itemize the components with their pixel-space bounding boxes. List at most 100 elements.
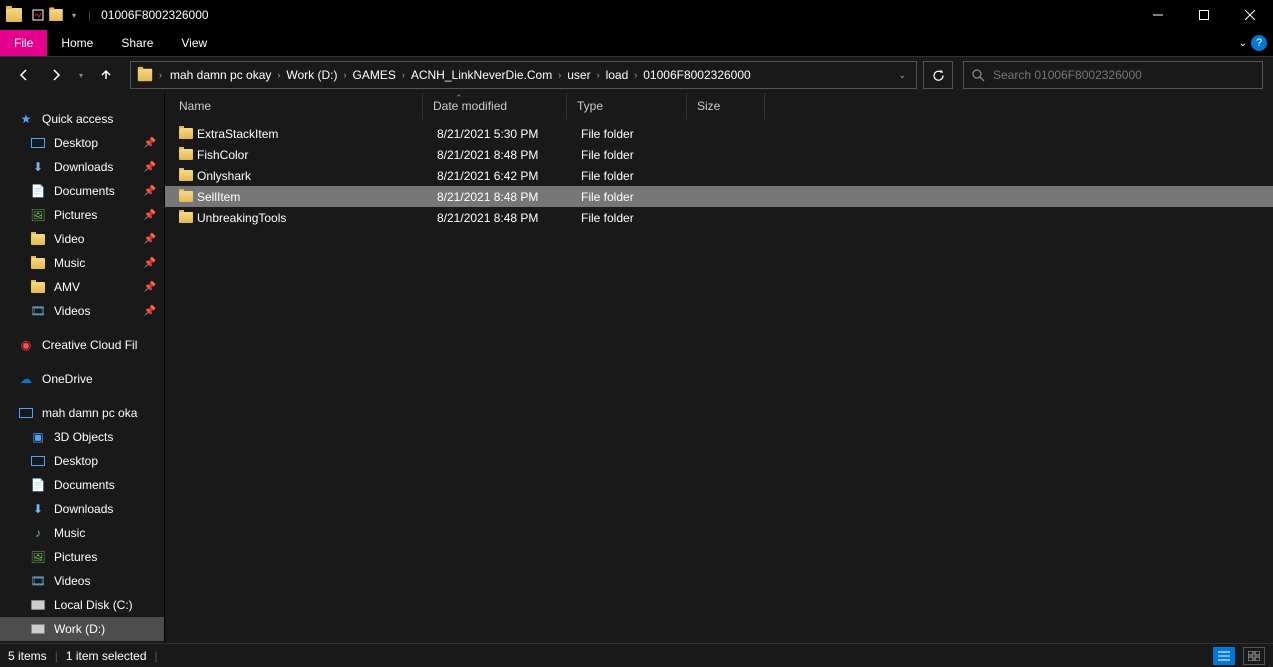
status-bar: 5 items | 1 item selected |: [0, 643, 1273, 667]
file-type: File folder: [581, 169, 701, 183]
videos-icon: 🎞: [30, 303, 46, 319]
pin-icon: 📌: [144, 306, 156, 317]
file-row[interactable]: ExtraStackItem8/21/2021 5:30 PMFile fold…: [165, 123, 1273, 144]
sort-indicator-icon: ⌃: [455, 93, 463, 104]
sidebar-item[interactable]: Work (D:): [0, 617, 164, 641]
thumbnails-view-button[interactable]: [1243, 647, 1265, 665]
breadcrumb-segment[interactable]: user: [563, 66, 594, 84]
details-view-button[interactable]: [1213, 647, 1235, 665]
sidebar-item[interactable]: Music📌: [0, 251, 164, 275]
this-pc[interactable]: mah damn pc oka: [0, 401, 164, 425]
sidebar-item[interactable]: Desktop📌: [0, 131, 164, 155]
qat-new-folder-icon[interactable]: [48, 7, 64, 23]
breadcrumb-segment[interactable]: ACNH_LinkNeverDie.Com: [407, 66, 556, 84]
breadcrumb-segment[interactable]: load: [602, 66, 633, 84]
address-dropdown-icon[interactable]: ⌄: [898, 70, 906, 81]
qat-properties-icon[interactable]: [30, 7, 46, 23]
breadcrumb-segment[interactable]: mah damn pc okay: [166, 66, 275, 84]
breadcrumb-segment[interactable]: Work (D:): [282, 66, 341, 84]
sidebar-item[interactable]: ▣3D Objects: [0, 425, 164, 449]
column-name[interactable]: Name: [165, 93, 423, 119]
downloads-icon: ⬇: [30, 501, 46, 517]
file-type: File folder: [581, 211, 701, 225]
file-date: 8/21/2021 5:30 PM: [437, 127, 581, 141]
refresh-button[interactable]: [923, 61, 953, 89]
file-menu[interactable]: File: [0, 30, 47, 56]
close-button[interactable]: [1227, 0, 1273, 30]
minimize-button[interactable]: [1135, 0, 1181, 30]
folder-icon: [179, 191, 197, 202]
pictures-icon: 🖼: [30, 549, 46, 565]
sidebar-item[interactable]: Desktop: [0, 449, 164, 473]
home-tab[interactable]: Home: [47, 30, 107, 56]
sidebar-item[interactable]: Local Disk (C:): [0, 593, 164, 617]
chevron-right-icon[interactable]: ›: [342, 70, 349, 80]
sidebar-item[interactable]: 🖼Pictures: [0, 545, 164, 569]
star-icon: ★: [18, 111, 34, 127]
folder-icon: [30, 279, 46, 295]
maximize-button[interactable]: [1181, 0, 1227, 30]
pin-icon: 📌: [144, 282, 156, 293]
search-placeholder: Search 01006F8002326000: [993, 68, 1142, 82]
folder-icon: [179, 212, 197, 223]
sidebar-item[interactable]: 📄Documents📌: [0, 179, 164, 203]
music-icon: ♪: [30, 525, 46, 541]
onedrive[interactable]: ☁ OneDrive: [0, 367, 164, 391]
chevron-right-icon[interactable]: ›: [157, 70, 164, 80]
column-size[interactable]: Size: [687, 93, 765, 119]
sidebar-item[interactable]: 📄Documents: [0, 473, 164, 497]
back-button[interactable]: [10, 61, 38, 89]
column-type[interactable]: Type: [567, 93, 687, 119]
ribbon-expand-icon[interactable]: ⌄: [1239, 38, 1247, 49]
file-list[interactable]: ExtraStackItem8/21/2021 5:30 PMFile fold…: [165, 119, 1273, 228]
search-input[interactable]: Search 01006F8002326000: [963, 61, 1263, 89]
creative-cloud[interactable]: ◉ Creative Cloud Fil: [0, 333, 164, 357]
chevron-right-icon[interactable]: ›: [400, 70, 407, 80]
chevron-right-icon[interactable]: ›: [275, 70, 282, 80]
navigation-pane[interactable]: ★ Quick access Desktop📌⬇Downloads📌📄Docum…: [0, 93, 165, 643]
forward-button[interactable]: [42, 61, 70, 89]
sidebar-item[interactable]: ♪Music: [0, 521, 164, 545]
file-row[interactable]: FishColor8/21/2021 8:48 PMFile folder: [165, 144, 1273, 165]
pin-icon: 📌: [144, 162, 156, 173]
up-button[interactable]: [92, 61, 120, 89]
help-icon[interactable]: ?: [1251, 35, 1267, 51]
address-folder-icon: [138, 69, 152, 82]
view-tab[interactable]: View: [167, 30, 221, 56]
documents-icon: 📄: [30, 183, 46, 199]
column-date[interactable]: Date modified: [423, 93, 567, 119]
sidebar-item[interactable]: 🎞Videos: [0, 569, 164, 593]
quick-access[interactable]: ★ Quick access: [0, 107, 164, 131]
address-bar[interactable]: › mah damn pc okay›Work (D:)›GAMES›ACNH_…: [130, 61, 917, 89]
file-row[interactable]: Onlyshark8/21/2021 6:42 PMFile folder: [165, 165, 1273, 186]
file-list-pane: Name Date modified Type Size ⌃ ExtraStac…: [165, 93, 1273, 643]
sidebar-item[interactable]: AMV📌: [0, 275, 164, 299]
file-date: 8/21/2021 8:48 PM: [437, 190, 581, 204]
file-row[interactable]: SellItem8/21/2021 8:48 PMFile folder: [165, 186, 1273, 207]
documents-icon: 📄: [30, 477, 46, 493]
disk-icon: [30, 597, 46, 613]
folder-icon: [30, 231, 46, 247]
sidebar-item[interactable]: ⬇Downloads: [0, 497, 164, 521]
chevron-right-icon[interactable]: ›: [632, 70, 639, 80]
sidebar-item[interactable]: 🎞Videos📌: [0, 299, 164, 323]
file-name: Onlyshark: [197, 169, 437, 183]
sidebar-item[interactable]: 🖼Pictures📌: [0, 203, 164, 227]
breadcrumb-segment[interactable]: 01006F8002326000: [639, 66, 754, 84]
pin-icon: 📌: [144, 138, 156, 149]
app-icon: [6, 8, 22, 22]
breadcrumb-segment[interactable]: GAMES: [349, 66, 400, 84]
sidebar-item[interactable]: ⬇Downloads📌: [0, 155, 164, 179]
pin-icon: 📌: [144, 258, 156, 269]
selection-count: 1 item selected: [66, 649, 147, 663]
column-headers[interactable]: Name Date modified Type Size ⌃: [165, 93, 1273, 119]
sidebar-item[interactable]: Video📌: [0, 227, 164, 251]
recent-dropdown[interactable]: ▾: [74, 61, 88, 89]
file-row[interactable]: UnbreakingTools8/21/2021 8:48 PMFile fol…: [165, 207, 1273, 228]
chevron-right-icon[interactable]: ›: [595, 70, 602, 80]
chevron-right-icon[interactable]: ›: [556, 70, 563, 80]
ribbon-tabs: File Home Share View ⌄ ?: [0, 30, 1273, 57]
qat-dropdown-icon[interactable]: ▾: [66, 7, 82, 23]
file-date: 8/21/2021 8:48 PM: [437, 148, 581, 162]
share-tab[interactable]: Share: [107, 30, 167, 56]
